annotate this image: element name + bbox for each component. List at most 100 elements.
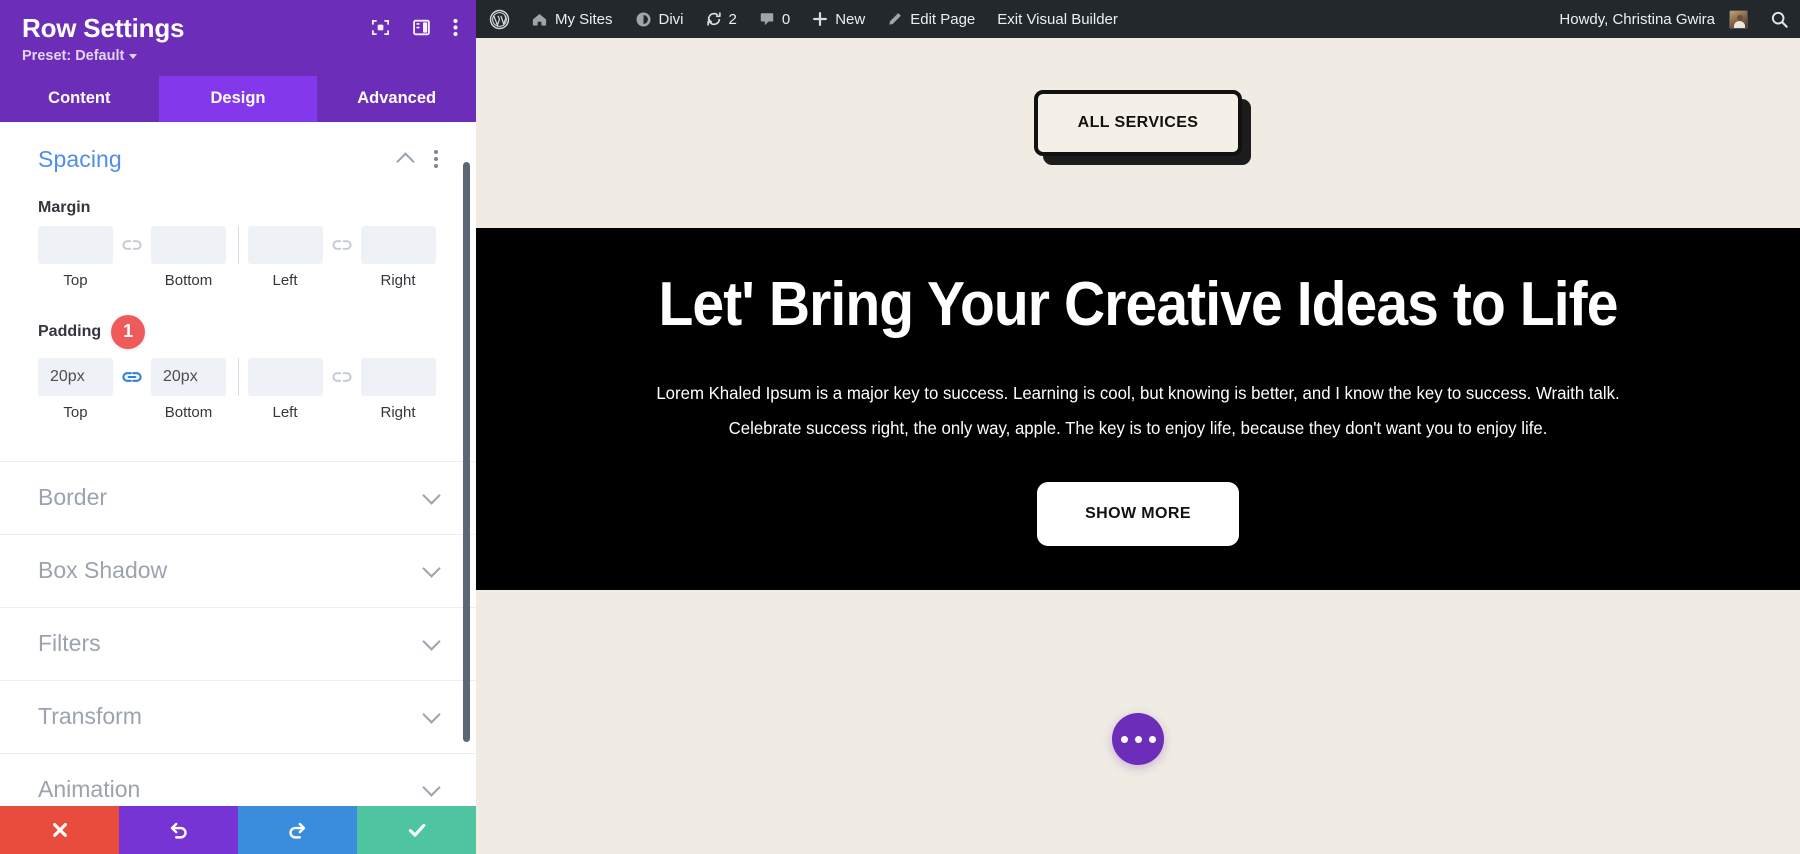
padding-leftright-link-icon[interactable] <box>323 358 361 396</box>
padding-top-input[interactable] <box>38 357 113 396</box>
redo-button[interactable] <box>238 806 357 854</box>
updates-count: 2 <box>728 10 737 28</box>
tab-content[interactable]: Content <box>0 76 159 122</box>
ellipsis-icon-dot <box>1148 735 1156 743</box>
panel-body: Spacing Margin Top Bottom Left Right Pad… <box>0 121 476 806</box>
padding-bottom-cell: Bottom <box>151 357 226 421</box>
margin-label-text: Margin <box>38 198 91 216</box>
comment-icon <box>760 13 774 26</box>
row-settings-panel: Row Settings Preset: Default Content Des… <box>0 0 476 854</box>
admin-bar-updates[interactable]: 2 <box>695 0 748 38</box>
padding-topbottom-link-icon[interactable] <box>113 358 151 396</box>
margin-label: Margin <box>38 199 438 217</box>
preset-selector[interactable]: Preset: Default <box>22 48 454 64</box>
my-sites-label: My Sites <box>555 10 613 28</box>
save-button[interactable] <box>357 806 476 854</box>
wordpress-logo[interactable] <box>476 0 520 38</box>
padding-right-cell: Right <box>360 357 436 421</box>
accordion-border[interactable]: Border <box>0 460 476 534</box>
avatar <box>1729 9 1748 29</box>
hero-heading: Let' Bring Your Creative Ideas to Life <box>658 270 1618 339</box>
undo-icon <box>170 822 187 839</box>
check-icon <box>408 823 425 837</box>
focus-target-icon[interactable] <box>371 18 390 42</box>
padding-label: Padding 1 <box>38 314 438 349</box>
accordion-box-shadow[interactable]: Box Shadow <box>0 533 476 607</box>
chevron-down-icon <box>422 559 441 578</box>
preset-label: Preset: Default <box>22 47 125 64</box>
admin-bar-search[interactable] <box>1759 0 1800 38</box>
ellipsis-icon-dot <box>1120 735 1128 743</box>
padding-modified-badge: 1 <box>111 314 146 349</box>
padding-left-input[interactable] <box>247 357 323 396</box>
updates-icon <box>706 12 721 26</box>
more-options-icon[interactable] <box>453 18 458 42</box>
margin-right-input[interactable] <box>360 225 436 264</box>
howdy-label: Howdy, Christina Gwira <box>1559 10 1715 28</box>
padding-top-caption: Top <box>63 403 88 421</box>
undo-button[interactable] <box>119 806 238 854</box>
margin-top-input[interactable] <box>38 225 113 264</box>
spacing-section-title: Spacing <box>38 145 122 172</box>
padding-left-cell: Left <box>247 357 323 421</box>
settings-tabs: Content Design Advanced <box>0 75 476 122</box>
accordion-animation[interactable]: Animation <box>0 752 476 806</box>
margin-right-caption: Right <box>380 271 416 289</box>
margin-left-caption: Left <box>272 271 298 289</box>
chevron-down-icon <box>129 54 138 60</box>
all-services-button[interactable]: ALL SERVICES <box>1033 90 1243 156</box>
spacing-section: Spacing Margin Top Bottom Left Right Pad… <box>0 122 476 431</box>
margin-bottom-caption: Bottom <box>164 271 213 289</box>
admin-bar-exit-visual-builder[interactable]: Exit Visual Builder <box>986 0 1129 38</box>
admin-bar-divi[interactable]: Divi <box>624 0 695 38</box>
wp-admin-bar: My Sites Divi 2 0 New Edit Page Exit Vis… <box>476 0 1800 38</box>
panel-scrollbar[interactable] <box>463 161 470 742</box>
page-settings-fab[interactable] <box>1112 713 1164 766</box>
admin-bar-comments[interactable]: 0 <box>748 0 801 38</box>
chevron-down-icon <box>422 705 441 724</box>
spacing-section-header[interactable]: Spacing <box>38 146 438 173</box>
accordion-transform[interactable]: Transform <box>0 679 476 753</box>
page-canvas: ALL SERVICES Let' Bring Your Creative Id… <box>476 38 1800 854</box>
padding-right-input[interactable] <box>360 357 436 396</box>
margin-right-cell: Right <box>360 225 436 289</box>
comments-count: 0 <box>781 10 791 28</box>
cancel-button[interactable] <box>0 806 119 854</box>
margin-top-caption: Top <box>63 271 88 289</box>
pencil-icon <box>889 13 902 25</box>
show-more-button[interactable]: SHOW MORE <box>1037 482 1239 547</box>
padding-bottom-input[interactable] <box>151 357 226 396</box>
margin-top-cell: Top <box>38 225 113 289</box>
accordion-border-label: Border <box>38 483 108 510</box>
margin-topbottom-link-icon[interactable] <box>113 226 151 264</box>
plus-icon <box>813 12 828 26</box>
margin-left-input[interactable] <box>247 225 323 264</box>
accordion-filters[interactable]: Filters <box>0 606 476 680</box>
admin-bar-my-sites[interactable]: My Sites <box>520 0 624 38</box>
tab-design[interactable]: Design <box>158 75 318 122</box>
spacing-more-options-icon[interactable] <box>434 150 438 169</box>
padding-bottom-caption: Bottom <box>164 403 213 421</box>
redo-icon <box>289 822 306 839</box>
hero-section: Let' Bring Your Creative Ideas to Life L… <box>476 228 1800 591</box>
margin-bottom-cell: Bottom <box>151 225 226 289</box>
admin-bar-account[interactable]: Howdy, Christina Gwira <box>1548 0 1759 38</box>
admin-bar-edit-page[interactable]: Edit Page <box>876 0 986 38</box>
search-icon <box>1771 11 1788 28</box>
margin-leftright-link-icon[interactable] <box>323 226 361 264</box>
panel-layout-icon[interactable] <box>412 18 431 42</box>
chevron-up-icon[interactable] <box>396 152 415 171</box>
ellipsis-icon-dot <box>1134 735 1142 743</box>
design-accordion-list: Border Box Shadow Filters Transform Anim… <box>0 460 476 806</box>
wordpress-icon <box>489 9 510 29</box>
tab-advanced[interactable]: Advanced <box>317 76 476 122</box>
hero-paragraph: Lorem Khaled Ipsum is a major key to suc… <box>656 383 1620 439</box>
edit-page-label: Edit Page <box>910 10 976 28</box>
services-section: ALL SERVICES <box>476 38 1800 228</box>
panel-footer <box>0 806 476 854</box>
admin-bar-new-content[interactable]: New <box>801 0 876 38</box>
padding-label-text: Padding <box>38 322 102 340</box>
margin-bottom-input[interactable] <box>151 225 226 264</box>
padding-right-caption: Right <box>380 403 416 421</box>
panel-header-icons <box>371 18 458 42</box>
